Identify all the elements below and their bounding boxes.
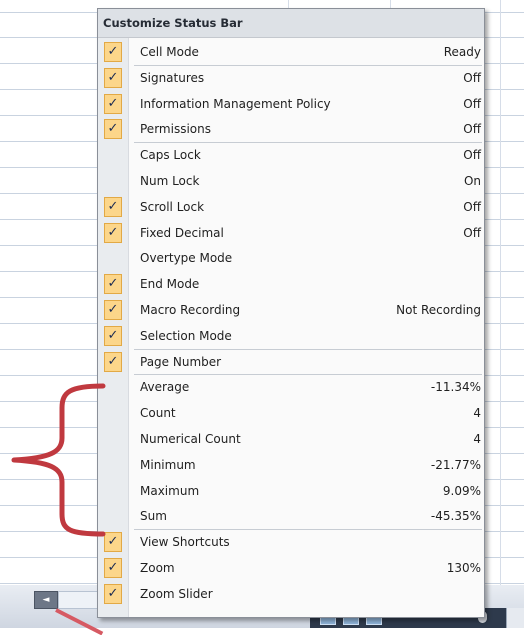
menu-item-label: Permissions	[140, 122, 211, 137]
menu-item-average[interactable]: Average -11.34%	[98, 375, 484, 401]
menu-item-value: Off	[463, 225, 481, 240]
menu-item-label: Scroll Lock	[140, 199, 205, 214]
column-gridline	[500, 0, 501, 600]
menu-item-num-lock[interactable]: Num Lock On	[98, 169, 484, 195]
menu-item-end-mode[interactable]: ✓ End Mode	[98, 272, 484, 298]
menu-item-label: View Shortcuts	[140, 535, 230, 550]
menu-item-cell-mode[interactable]: ✓ Cell Mode Ready	[98, 40, 484, 66]
checkmark-icon: ✓	[104, 558, 122, 578]
menu-item-minimum[interactable]: Minimum -21.77%	[98, 453, 484, 479]
menu-item-maximum[interactable]: Maximum 9.09%	[98, 479, 484, 505]
menu-item-value: -11.34%	[430, 380, 481, 395]
menu-item-label: Minimum	[140, 457, 196, 472]
menu-item-label: Maximum	[140, 483, 200, 498]
menu-item-value: Off	[463, 70, 481, 85]
checkmark-icon: ✓	[104, 274, 122, 295]
menu-item-caps-lock[interactable]: Caps Lock Off	[98, 143, 484, 169]
menu-item-count[interactable]: Count 4	[98, 401, 484, 427]
menu-item-page-number[interactable]: ✓ Page Number	[98, 350, 484, 376]
checkmark-icon: ✓	[104, 93, 122, 114]
menu-item-label: End Mode	[140, 277, 200, 292]
menu-item-value: -45.35%	[430, 509, 481, 524]
menu-item-selection-mode[interactable]: ✓ Selection Mode	[98, 324, 484, 350]
menu-item-zoom-slider[interactable]: ✓ Zoom Slider	[98, 582, 484, 608]
checkmark-icon: ✓	[104, 42, 122, 62]
menu-item-label: Overtype Mode	[140, 251, 233, 266]
menu-item-numerical-count[interactable]: Numerical Count 4	[98, 427, 484, 453]
menu-item-value: Off	[463, 199, 481, 214]
menu-item-label: Signatures	[140, 70, 205, 85]
menu-item-information-management-policy[interactable]: ✓ Information Management Policy Off	[98, 92, 484, 118]
menu-header: Customize Status Bar	[98, 9, 484, 38]
menu-item-label: Zoom	[140, 561, 175, 575]
menu-item-value: Off	[463, 148, 481, 163]
checkmark-icon: ✓	[104, 351, 122, 372]
menu-item-value: Ready	[443, 45, 481, 59]
corner-tab	[506, 608, 524, 628]
menu-item-value: 4	[473, 406, 481, 421]
menu-item-label: Page Number	[140, 354, 222, 369]
menu-item-permissions[interactable]: ✓ Permissions Off	[98, 117, 484, 143]
menu-item-label: Information Management Policy	[140, 96, 331, 111]
horizontal-scrollbar[interactable]	[58, 591, 100, 609]
menu-item-signatures[interactable]: ✓ Signatures Off	[98, 66, 484, 92]
checkmark-icon: ✓	[104, 67, 122, 88]
menu-item-label: Average	[140, 380, 190, 395]
curly-brace-annotation	[11, 383, 106, 537]
menu-item-label: Sum	[140, 509, 167, 524]
menu-item-label: Selection Mode	[140, 328, 232, 343]
menu-item-label: Num Lock	[140, 174, 200, 188]
menu-item-macro-recording[interactable]: ✓ Macro Recording Not Recording	[98, 298, 484, 324]
menu-item-value: Off	[463, 96, 481, 111]
menu-item-value: Not Recording	[396, 303, 481, 317]
arrow-left-icon: ◄	[42, 595, 50, 605]
menu-item-sum[interactable]: Sum -45.35%	[98, 504, 484, 530]
menu-item-label: Cell Mode	[140, 45, 199, 59]
menu-item-scroll-lock[interactable]: ✓ Scroll Lock Off	[98, 195, 484, 221]
checkmark-icon: ✓	[104, 196, 122, 217]
menu-item-value: -21.77%	[430, 457, 481, 472]
menu-item-label: Caps Lock	[140, 148, 201, 163]
menu-item-label: Numerical Count	[140, 432, 241, 446]
menu-item-fixed-decimal[interactable]: ✓ Fixed Decimal Off	[98, 221, 484, 247]
checkmark-icon: ✓	[104, 222, 122, 243]
checkmark-icon: ✓	[104, 119, 122, 140]
scroll-left-button[interactable]: ◄	[34, 591, 58, 609]
menu-item-label: Count	[140, 406, 176, 421]
menu-item-label: Zoom Slider	[140, 586, 213, 601]
menu-item-label: Macro Recording	[140, 303, 241, 317]
checkmark-icon: ✓	[104, 583, 122, 604]
menu-item-value: 130%	[446, 561, 481, 575]
checkmark-icon: ✓	[104, 325, 122, 346]
menu-item-label: Fixed Decimal	[140, 225, 224, 240]
checkmark-icon: ✓	[104, 300, 122, 320]
customize-status-bar-menu: Customize Status Bar ✓ Cell Mode Ready ✓ Sig…	[97, 8, 485, 618]
menu-title: Customize Status Bar	[103, 16, 243, 30]
menu-item-value: Off	[463, 122, 481, 137]
menu-item-value: On	[463, 174, 481, 188]
menu-item-overtype-mode[interactable]: Overtype Mode	[98, 246, 484, 272]
menu-item-zoom[interactable]: ✓ Zoom 130%	[98, 556, 484, 582]
menu-item-value: 4	[473, 432, 481, 446]
menu-item-view-shortcuts[interactable]: ✓ View Shortcuts	[98, 530, 484, 556]
menu-item-value: 9.09%	[442, 483, 481, 498]
